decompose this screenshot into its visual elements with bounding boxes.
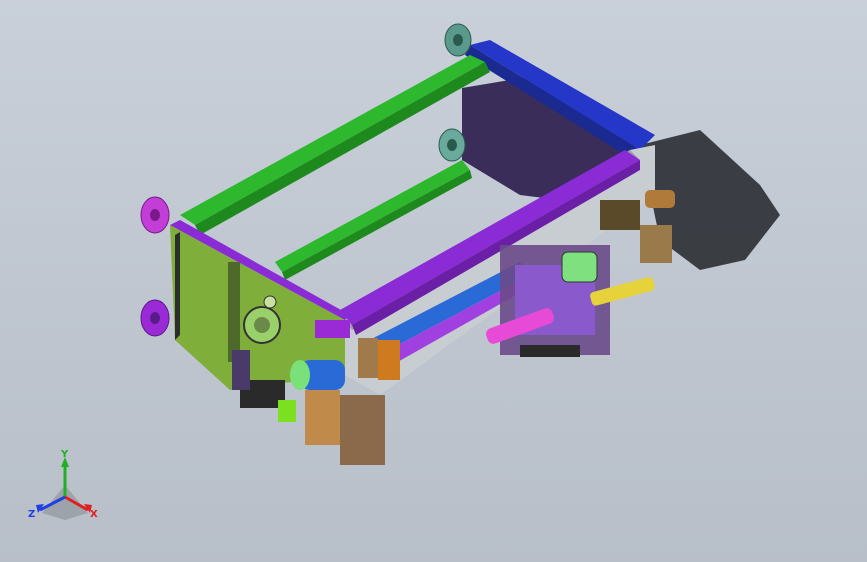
- cad-model-view[interactable]: [0, 0, 867, 562]
- front-bronze-block: [305, 390, 340, 445]
- block-bronze: [640, 225, 672, 263]
- coordinate-triad: Y X Z: [28, 449, 98, 520]
- fan-small-icon: [263, 295, 277, 309]
- x-axis-label: X: [90, 509, 98, 520]
- z-axis-label: Z: [28, 509, 35, 520]
- y-axis-label: Y: [60, 449, 69, 460]
- front-vertical-bracket: [228, 262, 240, 362]
- cylinder-green: [561, 251, 598, 283]
- cylinder-bronze: [645, 190, 675, 208]
- front-purple-bracket: [315, 320, 350, 338]
- graphics-viewport[interactable]: Y X Z: [0, 0, 867, 562]
